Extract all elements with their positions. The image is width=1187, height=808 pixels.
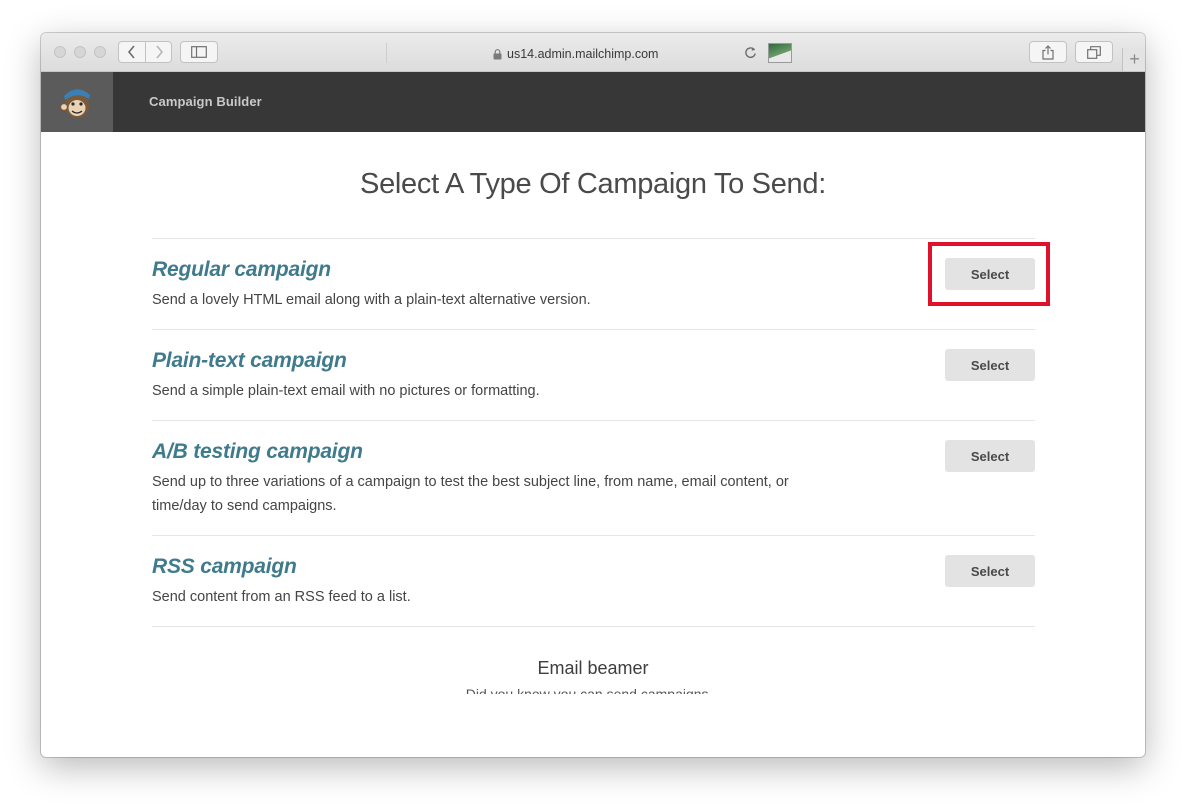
share-button[interactable]	[1029, 41, 1067, 63]
campaign-description: Send up to three variations of a campaig…	[152, 474, 789, 514]
zoom-window-button[interactable]	[94, 46, 106, 58]
main-content: Select A Type Of Campaign To Send: Regul…	[41, 132, 1145, 694]
close-window-button[interactable]	[54, 46, 66, 58]
forward-button[interactable]	[146, 42, 172, 62]
campaign-description: Send a lovely HTML email along with a pl…	[152, 292, 591, 308]
campaign-type-ab-testing: A/B testing campaign Send up to three va…	[152, 420, 1035, 535]
minimize-window-button[interactable]	[74, 46, 86, 58]
url-text: us14.admin.mailchimp.com	[507, 47, 659, 61]
highlight-box	[928, 242, 1050, 306]
campaign-type-list: Regular campaign Send a lovely HTML emai…	[152, 238, 1035, 627]
select-plain-text-button[interactable]: Select	[945, 349, 1035, 381]
campaign-description: Send a simple plain-text email with no p…	[152, 383, 540, 399]
new-tab-button[interactable]: +	[1122, 48, 1145, 71]
sidebar-toggle-button[interactable]	[180, 41, 218, 63]
browser-window: us14.admin.mailchimp.com + Campaign Buil…	[41, 33, 1145, 757]
campaign-type-regular: Regular campaign Send a lovely HTML emai…	[152, 238, 1035, 329]
page-title: Select A Type Of Campaign To Send:	[360, 168, 826, 200]
campaign-name[interactable]: Regular campaign	[152, 258, 331, 282]
share-icon	[1042, 44, 1054, 60]
select-rss-button[interactable]: Select	[945, 555, 1035, 587]
sidebar-icon	[191, 46, 207, 58]
chevron-left-icon	[127, 45, 135, 59]
freddie-icon	[59, 89, 90, 118]
browser-toolbar: us14.admin.mailchimp.com +	[41, 33, 1145, 72]
mailchimp-logo[interactable]	[41, 72, 113, 132]
app-header: Campaign Builder	[41, 72, 1145, 132]
email-beamer-heading: Email beamer	[537, 658, 649, 678]
reload-button[interactable]	[742, 44, 758, 60]
chevron-right-icon	[156, 45, 164, 59]
campaign-description: Send content from an RSS feed to a list.	[152, 589, 411, 605]
campaign-name[interactable]: A/B testing campaign	[152, 440, 363, 464]
history-nav	[118, 41, 172, 63]
reload-icon	[744, 46, 756, 58]
extension-icon[interactable]	[768, 43, 792, 63]
address-bar[interactable]: us14.admin.mailchimp.com	[493, 45, 658, 63]
email-beamer-description: Did you know you can send campaigns...	[465, 686, 721, 694]
select-ab-testing-button[interactable]: Select	[945, 440, 1035, 472]
tabs-overview-button[interactable]	[1075, 41, 1113, 63]
campaign-type-rss: RSS campaign Send content from an RSS fe…	[152, 535, 1035, 627]
lock-icon	[493, 48, 502, 59]
header-title: Campaign Builder	[149, 94, 262, 109]
campaign-type-plain-text: Plain-text campaign Send a simple plain-…	[152, 329, 1035, 420]
campaign-name[interactable]: RSS campaign	[152, 555, 297, 579]
tabs-icon	[1087, 45, 1101, 59]
back-button[interactable]	[119, 42, 145, 62]
campaign-name[interactable]: Plain-text campaign	[152, 349, 347, 373]
